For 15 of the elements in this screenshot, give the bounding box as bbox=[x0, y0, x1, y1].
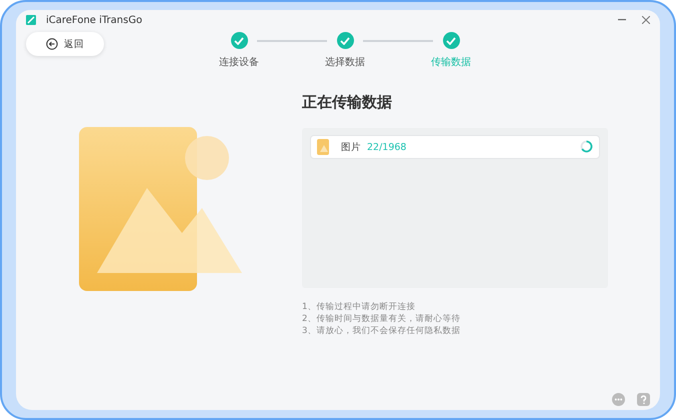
tip-text: 3、请放心，我们不会保存任何隐私数据 bbox=[302, 326, 462, 336]
back-button[interactable]: 返回 bbox=[26, 32, 104, 56]
step-label: 选择数据 bbox=[325, 56, 365, 69]
item-name: 图片 bbox=[341, 140, 361, 154]
page-heading: 正在传输数据 bbox=[302, 93, 393, 112]
tip-text: 2、传输时间与数据量有关，请耐心等待 bbox=[302, 314, 462, 324]
minimize-icon[interactable] bbox=[618, 19, 626, 21]
close-icon[interactable] bbox=[642, 16, 650, 24]
photo-folder-icon bbox=[317, 139, 331, 155]
window-title: iCareFone iTransGo bbox=[46, 14, 142, 26]
item-count: 22/1968 bbox=[367, 142, 406, 152]
app-logo-icon bbox=[26, 15, 36, 25]
tip-text: 1、传输过程中请勿断开连接 bbox=[302, 302, 416, 312]
step-label: 连接设备 bbox=[219, 56, 259, 69]
step-label: 传输数据 bbox=[431, 56, 471, 69]
